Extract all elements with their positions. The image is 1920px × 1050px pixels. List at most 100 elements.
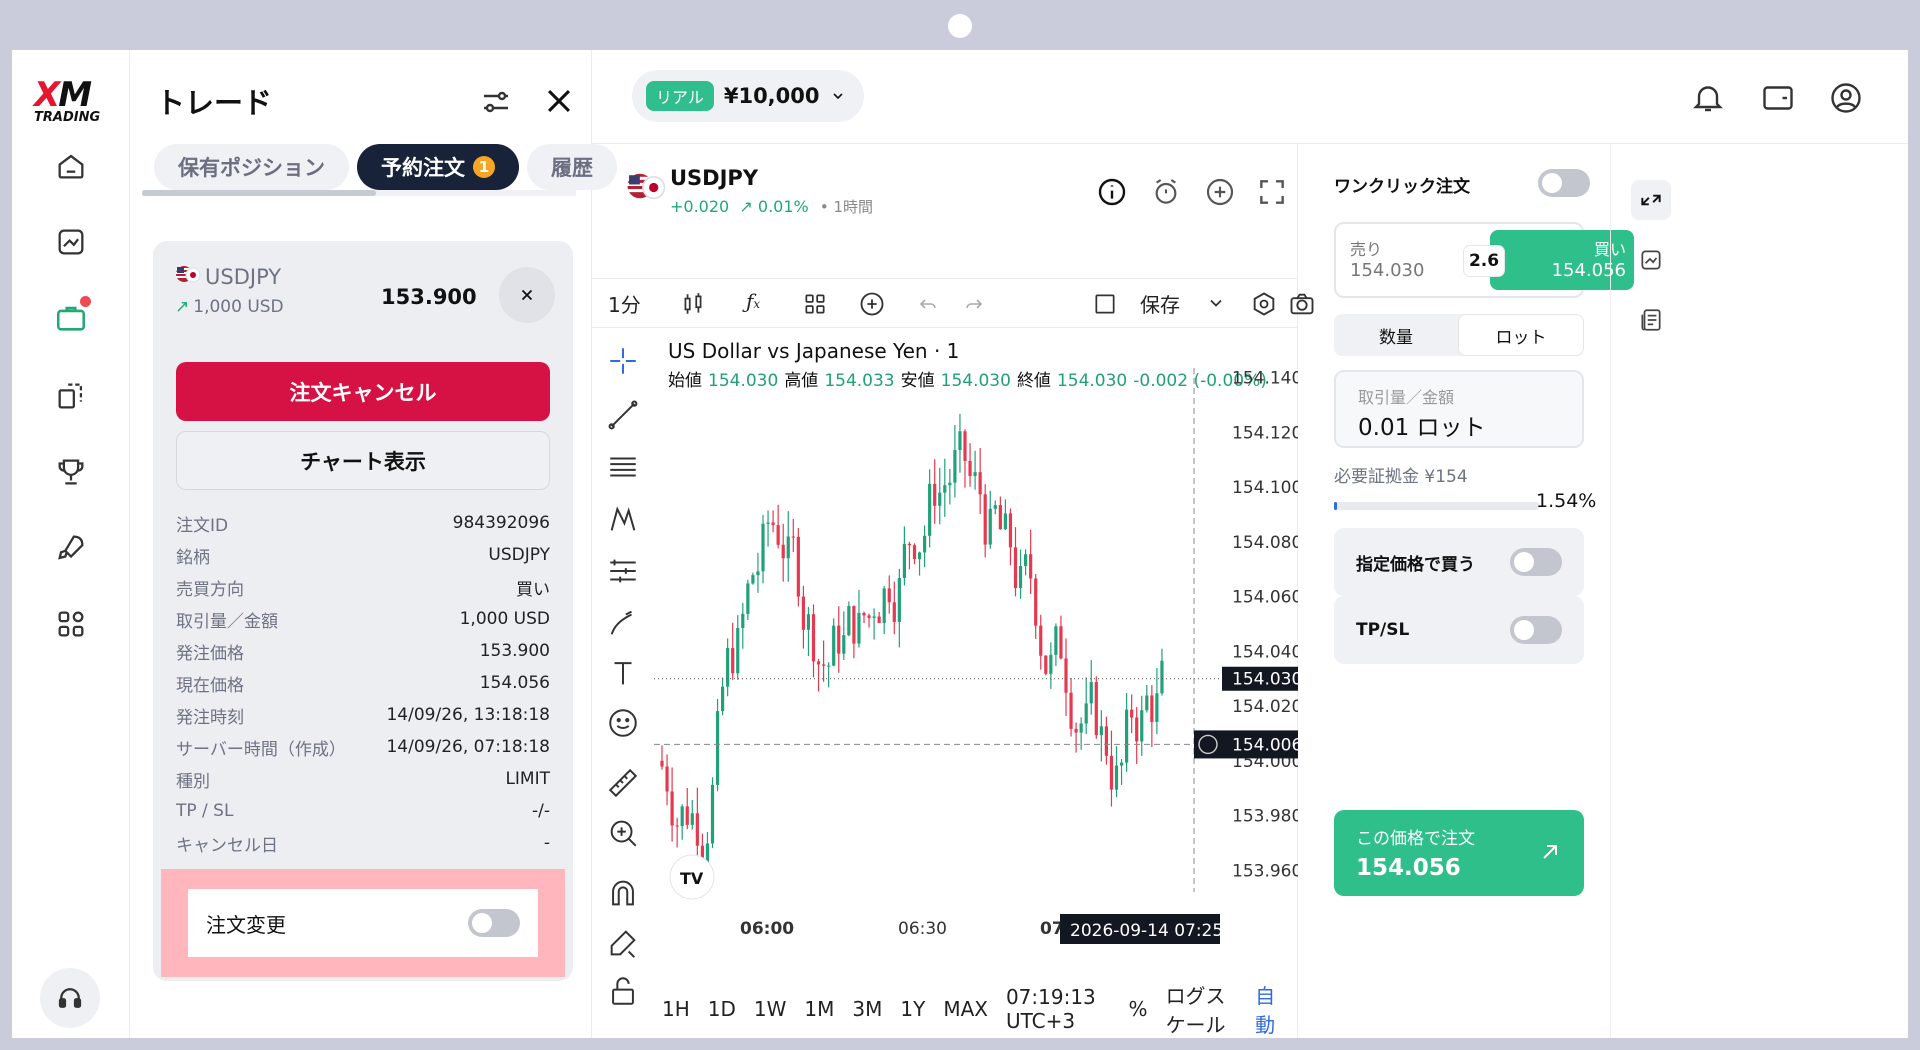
logo-sub: TRADING: [34, 110, 101, 125]
home-icon[interactable]: [47, 142, 95, 190]
utc-clock[interactable]: 07:19:13 UTC+3: [1006, 985, 1105, 1033]
spread-value: 2.6: [1464, 246, 1504, 276]
news-icon[interactable]: [1631, 300, 1671, 340]
lock-draw-tool-icon[interactable]: [606, 926, 640, 960]
lock-icon[interactable]: [606, 974, 640, 1008]
tpsl-toggle[interactable]: [1510, 616, 1562, 644]
apps-icon[interactable]: [47, 600, 95, 648]
show-chart-button[interactable]: チャート表示: [176, 431, 550, 490]
sell-button[interactable]: 売り 154.030: [1350, 236, 1424, 281]
auto-scale-toggle[interactable]: 自動: [1255, 980, 1279, 1038]
trendline-tool-icon[interactable]: [606, 398, 640, 432]
tpsl-row[interactable]: TP/SL: [1334, 596, 1584, 664]
xm-logo[interactable]: XM TRADING: [34, 78, 110, 125]
timeframe-value: 1時間: [833, 198, 873, 216]
interval-selector[interactable]: 1分: [608, 289, 641, 318]
bell-icon[interactable]: [1690, 80, 1726, 116]
price-chart[interactable]: US Dollar vs Japanese Yen · 1 始値 154.030 高値…: [654, 328, 1298, 958]
trophy-icon[interactable]: [47, 448, 95, 496]
account-type-badge: リアル: [646, 81, 714, 111]
log-scale-toggle[interactable]: ログスケール: [1166, 980, 1238, 1038]
detail-row: 注文ID 984392096: [176, 507, 550, 539]
tab-lot[interactable]: ロット: [1458, 314, 1584, 356]
emoji-tool-icon[interactable]: [606, 706, 640, 740]
range-max[interactable]: MAX: [943, 997, 988, 1021]
candle-body: [943, 485, 947, 493]
range-1y[interactable]: 1Y: [900, 997, 925, 1021]
undo-icon[interactable]: [916, 292, 940, 316]
close-icon[interactable]: [542, 84, 576, 118]
rocket-icon[interactable]: [47, 524, 95, 572]
wallet-icon[interactable]: [1760, 80, 1796, 116]
info-icon[interactable]: [1096, 176, 1128, 208]
candle-body: [786, 536, 790, 559]
range-3m[interactable]: 3M: [852, 997, 882, 1021]
portfolio-icon[interactable]: [47, 294, 95, 342]
fullscreen-icon[interactable]: [1256, 176, 1288, 208]
modify-order-row[interactable]: 注文変更: [188, 889, 538, 957]
buy-price: 154.056: [1551, 260, 1626, 281]
candle-type-icon[interactable]: [680, 291, 706, 317]
add-watchlist-icon[interactable]: [1204, 176, 1236, 208]
bid-ask-box: 売り 154.030 買い 154.056 2.6: [1334, 222, 1634, 298]
redo-icon[interactable]: [962, 292, 986, 316]
chart-panel-icon[interactable]: [1631, 240, 1671, 280]
percent-toggle[interactable]: %: [1129, 997, 1148, 1021]
candle-body: [988, 508, 992, 545]
candle-body: [690, 813, 694, 825]
indicators-icon[interactable]: ƒx: [746, 289, 760, 313]
user-icon[interactable]: [1828, 80, 1864, 116]
layout-square-icon[interactable]: [1092, 291, 1118, 317]
modify-order-toggle[interactable]: [468, 909, 520, 937]
headset-icon[interactable]: [40, 968, 100, 1028]
y-tick-label: 154.060: [1232, 588, 1298, 608]
range-1w[interactable]: 1W: [754, 997, 787, 1021]
trade-toggle-icon[interactable]: [1631, 180, 1671, 220]
save-menu-chevron-icon[interactable]: [1206, 293, 1226, 313]
close-order-icon[interactable]: [499, 267, 555, 323]
one-click-toggle[interactable]: [1538, 169, 1590, 197]
chart-icon[interactable]: [47, 218, 95, 266]
pattern-tool-icon[interactable]: [606, 502, 640, 536]
candle-body: [832, 625, 836, 666]
candle-body: [1079, 723, 1083, 733]
candle-body: [1119, 762, 1124, 766]
candle-body: [827, 665, 831, 667]
candle-body: [761, 523, 765, 572]
compare-add-icon[interactable]: [858, 290, 886, 318]
tab-quantity[interactable]: 数量: [1334, 314, 1458, 356]
magnet-tool-icon[interactable]: [606, 876, 640, 910]
layout-icon[interactable]: [802, 291, 828, 317]
candle-body: [923, 535, 927, 553]
crosshair-tool-icon[interactable]: [606, 344, 640, 378]
sell-label: 売り: [1350, 240, 1383, 259]
cancel-order-button[interactable]: 注文キャンセル: [176, 362, 550, 421]
candle-body: [1003, 513, 1007, 530]
ruler-tool-icon[interactable]: [606, 766, 640, 800]
copy-icon[interactable]: [47, 372, 95, 420]
tab-positions[interactable]: 保有ポジション: [154, 144, 349, 190]
detail-value: 984392096: [452, 513, 550, 533]
limit-buy-row[interactable]: 指定価格で買う: [1334, 528, 1584, 596]
candle-body: [731, 648, 735, 674]
zoom-in-tool-icon[interactable]: [606, 816, 640, 850]
tab-pending-orders[interactable]: 予約注文 1: [357, 144, 519, 190]
range-1h[interactable]: 1H: [662, 997, 690, 1021]
filter-icon[interactable]: [478, 84, 514, 120]
candle-body: [1130, 709, 1134, 718]
settings-icon[interactable]: [1250, 290, 1278, 318]
projection-tool-icon[interactable]: [606, 554, 640, 588]
volume-field[interactable]: 取引量／金額 0.01 ロット: [1334, 370, 1584, 448]
price-alert-icon[interactable]: [1150, 176, 1182, 208]
account-selector[interactable]: リアル ¥10,000: [632, 70, 864, 122]
candle-body: [811, 614, 816, 662]
text-tool-icon[interactable]: [606, 656, 640, 690]
fib-tool-icon[interactable]: [606, 450, 640, 484]
place-order-button[interactable]: この価格で注文 154.056: [1334, 810, 1584, 896]
range-1m[interactable]: 1M: [804, 997, 834, 1021]
save-button[interactable]: 保存: [1140, 289, 1180, 318]
range-1d[interactable]: 1D: [708, 997, 736, 1021]
tabs-scroll-thumb[interactable]: [142, 190, 376, 196]
limit-buy-toggle[interactable]: [1510, 548, 1562, 576]
brush-tool-icon[interactable]: [606, 606, 640, 640]
